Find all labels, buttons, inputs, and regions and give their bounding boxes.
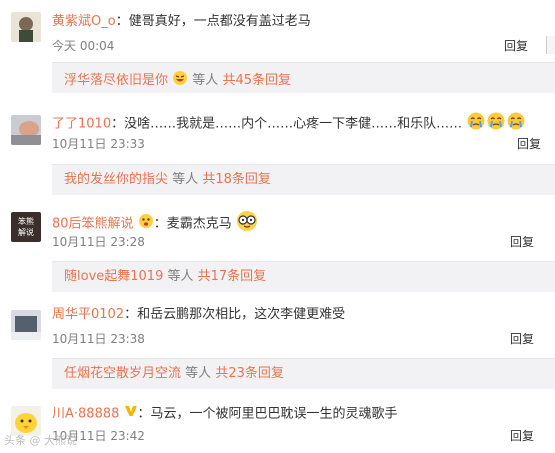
comment-username[interactable]: 黄紫斌O_o <box>52 14 116 29</box>
sub-replies-bar: 随love起舞1019 等人 共17条回复 <box>52 261 555 292</box>
sub-replies-bar: 浮华落尽依旧是你 等人 共45条回复 <box>52 62 555 93</box>
colon: ： <box>115 14 129 29</box>
comment-text: 没啥……我就是……内个……心疼一下李健……和乐队…… <box>124 116 463 132</box>
sub-reply-middle: 等人 <box>192 73 219 88</box>
reply-button[interactable]: 回复 <box>504 38 528 54</box>
avatar[interactable] <box>11 12 41 42</box>
sub-reply-count-link[interactable]: 共45条回复 <box>222 73 291 88</box>
cry-emoji-icon <box>506 111 526 137</box>
colon: ： <box>153 216 167 232</box>
sub-reply-count-link[interactable]: 共17条回复 <box>198 269 267 284</box>
comment-username[interactable]: 周华平0102 <box>52 307 124 322</box>
reply-button[interactable]: 回复 <box>510 331 534 347</box>
avatar[interactable]: 笨熊 解说 <box>11 212 41 242</box>
comment-username[interactable]: 80后笨熊解说 <box>52 217 134 232</box>
comment-text: 麦霸杰克马 <box>166 216 232 232</box>
colon: ： <box>137 406 151 422</box>
wow-emoji-icon <box>138 213 154 235</box>
laugh-emoji-icon <box>172 70 188 91</box>
sub-replies-bar: 任烟花空散岁月空流 等人 共23条回复 <box>52 358 555 389</box>
comment-text: 健哥真好，一点都没有盖过老马 <box>128 14 311 29</box>
comment-username[interactable]: 川A·88888 <box>52 407 119 422</box>
avatar-label: 笨熊 解说 <box>18 217 34 237</box>
sub-reply-user-link[interactable]: 我的发丝你的指尖 <box>64 172 168 187</box>
watermark: 头条 @ 大熊说 <box>4 434 77 447</box>
comment-time: 今天 00:04 <box>52 39 115 53</box>
reply-button[interactable]: 回复 <box>510 234 534 250</box>
reply-button[interactable]: 回复 <box>510 428 534 444</box>
comment-time: 10月11日 23:38 <box>52 332 145 346</box>
sub-reply-user-link[interactable]: 任烟花空散岁月空流 <box>64 366 181 381</box>
reply-button[interactable]: 回复 <box>517 136 541 152</box>
comment-text: 和岳云鹏那次相比，这次李健更难受 <box>137 307 346 322</box>
comment-text: 马云，一个被阿里巴巴耽误一生的灵魂歌手 <box>150 406 398 422</box>
colon: ： <box>124 307 138 322</box>
sub-reply-user-link[interactable]: 浮华落尽依旧是你 <box>64 73 168 88</box>
sub-reply-user-link[interactable]: 随love起舞1019 <box>64 269 163 284</box>
cry-emoji-icon <box>486 111 506 137</box>
vip-badge-icon <box>124 404 138 424</box>
comment-time: 10月11日 23:28 <box>52 235 145 249</box>
comment-time: 10月11日 23:33 <box>52 137 145 151</box>
sub-reply-middle: 等人 <box>172 172 199 187</box>
sub-reply-middle: 等人 <box>167 269 194 284</box>
sub-reply-count-link[interactable]: 共18条回复 <box>202 172 271 187</box>
sub-reply-count-link[interactable]: 共23条回复 <box>215 366 284 381</box>
sub-reply-middle: 等人 <box>185 366 212 381</box>
glasses-emoji-icon <box>236 210 258 238</box>
avatar[interactable] <box>11 310 41 340</box>
colon: ： <box>111 116 125 132</box>
comment-username[interactable]: 了了1010 <box>52 117 111 132</box>
avatar[interactable] <box>11 115 41 145</box>
cry-emoji-icon <box>466 111 486 137</box>
sub-replies-bar: 我的发丝你的指尖 等人 共18条回复 <box>52 164 555 195</box>
scroll-edge <box>546 36 555 54</box>
